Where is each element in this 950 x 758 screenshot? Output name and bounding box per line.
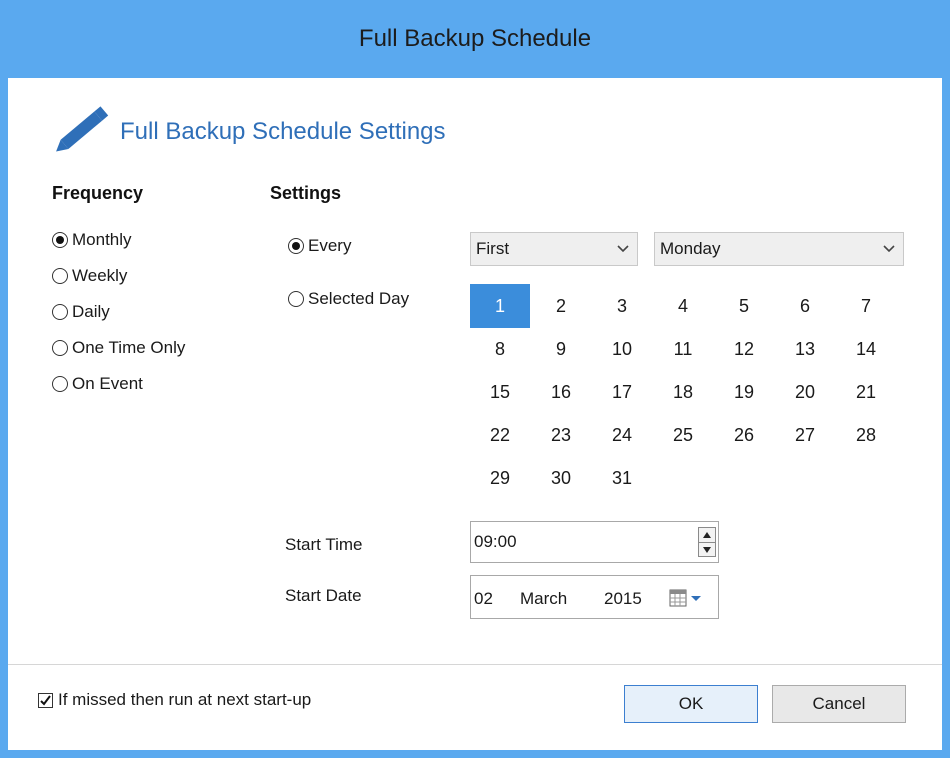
calendar-day[interactable]: 19 [714, 370, 774, 414]
calendar-day[interactable]: 17 [592, 370, 652, 414]
start-time-label: Start Time [285, 535, 363, 554]
weekday-dropdown[interactable]: Monday [654, 232, 904, 266]
checkbox-label: If missed then run at next start-up [58, 690, 312, 709]
start-date-picker[interactable]: 02 March 2015 [470, 575, 719, 619]
radio-label: One Time Only [72, 338, 186, 357]
calendar-day[interactable]: 9 [531, 327, 591, 371]
calendar-day[interactable]: 1 [470, 284, 530, 328]
calendar-day[interactable]: 26 [714, 413, 774, 457]
calendar-day[interactable]: 7 [836, 284, 896, 328]
calendar-day[interactable]: 22 [470, 413, 530, 457]
radio-label: Monthly [72, 230, 132, 249]
calendar-day[interactable]: 5 [714, 284, 774, 328]
calendar-day[interactable]: 29 [470, 456, 530, 500]
calendar-day[interactable]: 28 [836, 413, 896, 457]
radio-label: Weekly [72, 266, 128, 285]
calendar-day[interactable]: 13 [775, 327, 835, 371]
calendar-day[interactable]: 23 [531, 413, 591, 457]
arrow-up-icon [703, 532, 711, 538]
radio-button[interactable] [52, 232, 68, 248]
calendar-day[interactable]: 15 [470, 370, 530, 414]
date-day[interactable]: 02 [474, 589, 493, 609]
start-date-label: Start Date [285, 586, 362, 605]
calendar-day[interactable]: 18 [653, 370, 713, 414]
calendar-dropdown-icon[interactable] [669, 588, 707, 608]
calendar-day[interactable]: 3 [592, 284, 652, 328]
calendar-day[interactable]: 6 [775, 284, 835, 328]
frequency-heading: Frequency [52, 183, 144, 203]
time-spinner[interactable] [698, 527, 716, 557]
check-icon [40, 695, 51, 706]
spin-up-button[interactable] [699, 528, 715, 542]
date-month[interactable]: March [520, 589, 567, 609]
calendar-day[interactable]: 16 [531, 370, 591, 414]
radio-button[interactable] [52, 304, 68, 320]
footer-divider [8, 664, 942, 665]
radio-label: Daily [72, 302, 110, 321]
calendar-day[interactable]: 8 [470, 327, 530, 371]
radio-button[interactable] [288, 238, 304, 254]
radio-one-time-only[interactable]: One Time Only [52, 335, 185, 361]
calendar-day[interactable]: 4 [653, 284, 713, 328]
dropdown-value: First [476, 239, 510, 258]
radio-every[interactable]: Every [288, 233, 351, 259]
calendar-day[interactable]: 14 [836, 327, 896, 371]
chevron-down-icon [617, 245, 629, 253]
radio-on-event[interactable]: On Event [52, 371, 143, 397]
calendar-day[interactable]: 10 [592, 327, 652, 371]
calendar-day[interactable]: 24 [592, 413, 652, 457]
dropdown-value: Monday [660, 239, 721, 258]
calendar-day[interactable]: 20 [775, 370, 835, 414]
radio-weekly[interactable]: Weekly [52, 263, 127, 289]
radio-button[interactable] [52, 376, 68, 392]
radio-monthly[interactable]: Monthly [52, 227, 132, 253]
radio-button[interactable] [288, 291, 304, 307]
arrow-down-icon [703, 547, 711, 553]
cancel-button[interactable]: Cancel [772, 685, 906, 723]
calendar-day[interactable]: 11 [653, 327, 713, 371]
radio-label: Selected Day [308, 289, 410, 308]
header-title: Full Backup Schedule Settings [120, 118, 446, 145]
radio-selected-dot [292, 242, 300, 250]
calendar-day[interactable]: 30 [531, 456, 591, 500]
dialog-body: Full Backup Schedule Settings Frequency … [8, 78, 942, 750]
calendar-day[interactable]: 27 [775, 413, 835, 457]
ok-button[interactable]: OK [624, 685, 758, 723]
pencil-icon [56, 106, 109, 152]
window-title: Full Backup Schedule [0, 0, 950, 78]
calendar-day[interactable]: 21 [836, 370, 896, 414]
radio-label: On Event [72, 374, 143, 393]
date-year[interactable]: 2015 [604, 589, 642, 609]
radio-daily[interactable]: Daily [52, 299, 110, 325]
radio-button[interactable] [52, 268, 68, 284]
calendar-day[interactable]: 12 [714, 327, 774, 371]
radio-button[interactable] [52, 340, 68, 356]
settings-heading: Settings [270, 183, 342, 203]
calendar-day[interactable]: 31 [592, 456, 652, 500]
calendar-day[interactable]: 25 [653, 413, 713, 457]
radio-label: Every [308, 236, 352, 255]
calendar-day[interactable]: 2 [531, 284, 591, 328]
radio-selected-day[interactable]: Selected Day [288, 286, 409, 312]
start-time-field[interactable]: 09:00 [470, 521, 719, 563]
chevron-down-icon [883, 245, 895, 253]
start-time-value: 09:00 [474, 532, 517, 551]
spin-down-button[interactable] [699, 542, 715, 557]
checkbox-box[interactable] [38, 693, 53, 708]
radio-selected-dot [56, 236, 64, 244]
week-ordinal-dropdown[interactable]: First [470, 232, 638, 266]
